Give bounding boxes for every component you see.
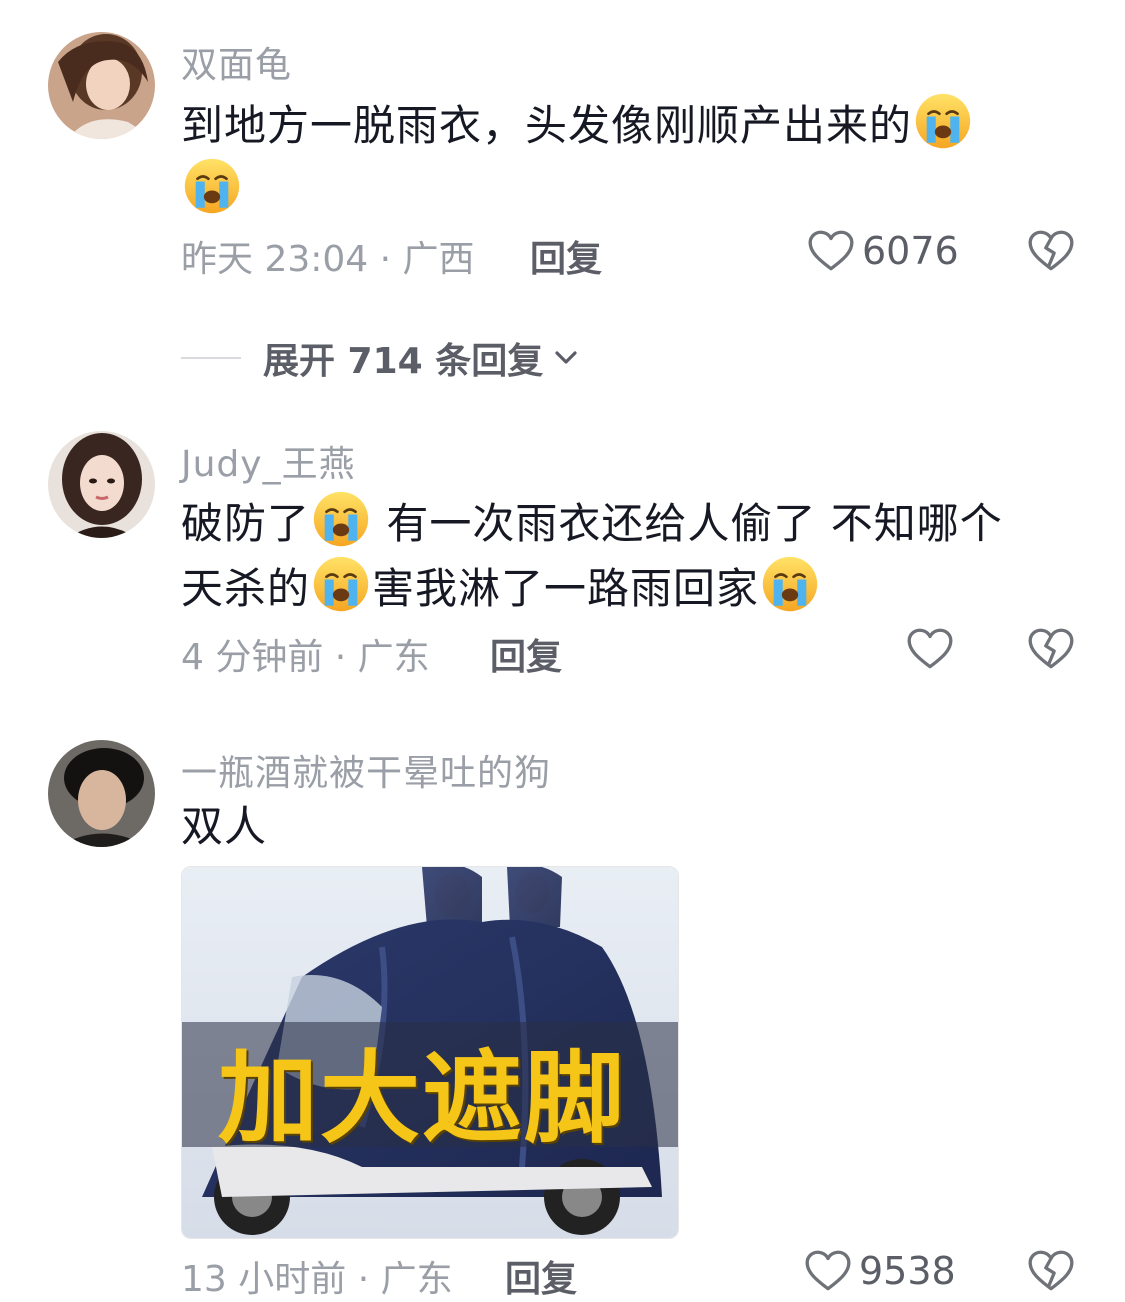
broken-heart-icon[interactable] <box>1026 1246 1076 1296</box>
loudly-crying-face-icon <box>183 157 241 215</box>
comment-meta: 昨天 23:04 · 广西 <box>181 239 475 280</box>
like-count: 9538 <box>859 1249 956 1293</box>
broken-heart-icon[interactable] <box>1026 624 1076 674</box>
comment-meta: 13 小时前 · 广东 <box>181 1259 453 1300</box>
reply-button[interactable]: 回复 <box>490 628 562 680</box>
comment-text: 到地方一脱雨衣，头发像刚顺产出来的 <box>181 92 1061 222</box>
heart-outline-icon[interactable] <box>905 624 955 674</box>
comment-text-part: 天杀的 <box>181 564 311 613</box>
comment-text-part: 有一次雨衣还给人偷了 不知哪个 <box>372 499 1003 548</box>
loudly-crying-face-icon <box>914 92 972 150</box>
avatar[interactable] <box>48 740 155 847</box>
expand-replies-button[interactable]: 展开 714 条回复 <box>181 332 583 384</box>
comment-text: 双人 <box>181 802 268 851</box>
reply-button[interactable]: 回复 <box>505 1250 577 1302</box>
comment-text-part: 害我淋了一路雨回家 <box>372 564 760 613</box>
loudly-crying-face-icon <box>312 555 370 613</box>
comment-meta: 4 分钟前 · 广东 <box>181 637 430 678</box>
image-caption: 加大遮脚 <box>218 1040 626 1157</box>
like-button[interactable]: 9538 <box>803 1246 956 1296</box>
loudly-crying-face-icon <box>761 555 819 613</box>
avatar[interactable] <box>48 431 155 538</box>
chevron-down-icon <box>555 351 577 364</box>
reply-button[interactable]: 回复 <box>530 230 602 282</box>
heart-outline-icon <box>803 1246 853 1296</box>
comment-image[interactable]: 加大遮脚 <box>181 866 679 1239</box>
username[interactable]: 一瓶酒就被干晕吐的狗 <box>181 744 551 796</box>
like-button[interactable]: 6076 <box>806 226 959 276</box>
avatar[interactable] <box>48 32 155 139</box>
like-count: 6076 <box>862 229 959 273</box>
divider-line <box>181 357 241 359</box>
username[interactable]: 双面龟 <box>181 36 292 88</box>
loudly-crying-face-icon <box>312 490 370 548</box>
heart-outline-icon <box>806 226 856 276</box>
expand-replies-label: 展开 714 条回复 <box>263 341 544 382</box>
broken-heart-icon[interactable] <box>1026 226 1076 276</box>
comment-text-part: 到地方一脱雨衣，头发像刚顺产出来的 <box>181 101 913 150</box>
comment-text: 破防了 有一次雨衣还给人偷了 不知哪个 天杀的 害我淋了一路雨回家 <box>181 490 1081 620</box>
username[interactable]: Judy_王燕 <box>181 435 356 487</box>
comment-text-part: 破防了 <box>181 499 311 548</box>
